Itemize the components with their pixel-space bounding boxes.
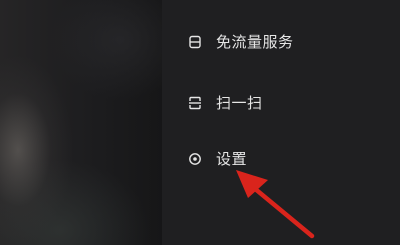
screen: 免流量服务 扫一扫 设置: [0, 0, 400, 245]
menu-item-scan[interactable]: 扫一扫: [188, 90, 263, 114]
menu-item-label: 设置: [216, 149, 248, 168]
scan-icon: [188, 95, 202, 110]
card-icon: [188, 34, 202, 49]
menu-item-label: 扫一扫: [216, 93, 263, 112]
menu-item-free-traffic[interactable]: 免流量服务: [188, 29, 294, 53]
blurred-background: [0, 0, 165, 245]
settings-icon: [188, 151, 202, 165]
menu-item-settings[interactable]: 设置: [188, 146, 247, 170]
menu-item-label: 免流量服务: [216, 32, 294, 51]
